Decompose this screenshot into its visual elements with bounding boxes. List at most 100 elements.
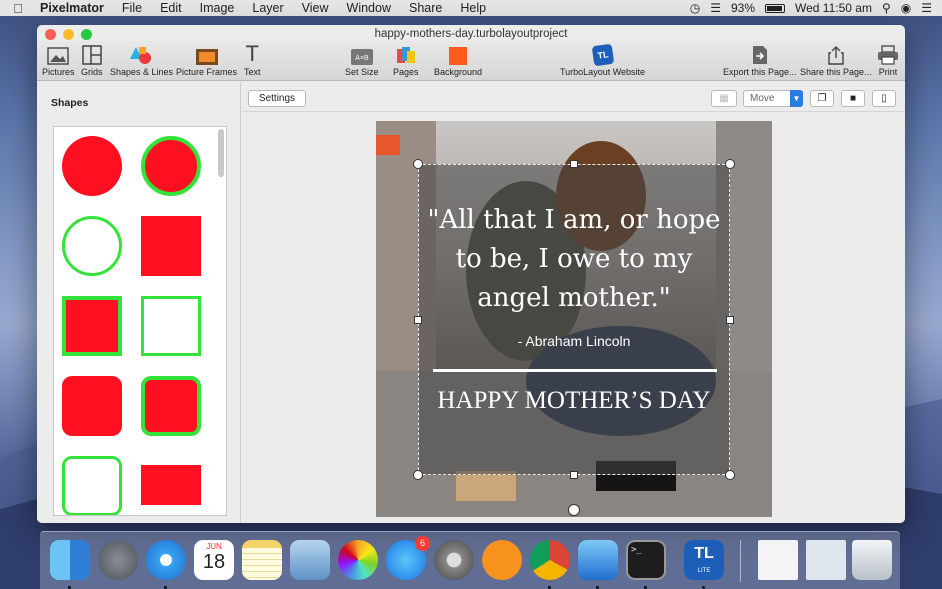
dock-terminal-icon[interactable]: >_ [626, 540, 666, 580]
shape-circle-filled-outlined[interactable] [141, 136, 201, 196]
resize-handle-bottom-left[interactable] [413, 470, 423, 480]
menu-layer[interactable]: Layer [243, 0, 292, 16]
lock-button[interactable]: ■ [841, 90, 865, 107]
shape-rounded-square-outline[interactable] [62, 456, 122, 515]
rotate-handle[interactable] [568, 504, 580, 516]
dock: JUN 18 6 >_ TL LITE [40, 531, 900, 589]
wifi-icon[interactable]: ☰ [710, 1, 721, 15]
menu-edit[interactable]: Edit [151, 0, 191, 16]
dock-document-stack-icon[interactable] [758, 540, 798, 580]
settings-button[interactable]: Settings [248, 90, 306, 107]
page-photo[interactable]: "All that I am, or hope to be, I owe to … [376, 121, 772, 517]
layers-icon: ❐ [817, 93, 827, 104]
export-page-button[interactable]: Export this Page... [723, 41, 797, 81]
time-machine-icon[interactable]: ◷ [690, 1, 700, 15]
menu-help[interactable]: Help [451, 0, 495, 16]
shape-square-filled-outlined[interactable] [62, 296, 122, 356]
dock-separator [740, 540, 741, 582]
shape-circle-outline[interactable] [62, 216, 122, 276]
set-size-label: Set Size [345, 67, 379, 77]
dock-system-preferences-icon[interactable] [434, 540, 474, 580]
delete-button[interactable]: ▯ [872, 90, 896, 107]
trash-icon: ▯ [881, 93, 887, 104]
quote-text[interactable]: "All that I am, or hope to be, I owe to … [419, 201, 729, 318]
text-frame[interactable]: "All that I am, or hope to be, I owe to … [418, 164, 730, 475]
print-button[interactable]: Print [877, 41, 899, 81]
dock-trash-icon[interactable] [852, 540, 892, 580]
resize-handle-left[interactable] [414, 316, 422, 324]
background-color-icon [449, 47, 468, 65]
quote-line-2: to be, I owe to my [455, 244, 693, 274]
chevron-down-icon: ▼ [790, 90, 803, 107]
resize-handle-bottom[interactable] [570, 471, 578, 479]
shapes-icon [129, 47, 151, 64]
shape-rounded-square-filled-outlined[interactable] [141, 376, 201, 436]
dock-appstore-icon[interactable]: 6 [386, 536, 430, 580]
dock-preview-icon[interactable] [290, 540, 330, 580]
move-select-value: Move [750, 93, 775, 104]
shapes-scrollbar[interactable] [218, 129, 224, 177]
shapes-list[interactable] [53, 126, 227, 516]
shape-rounded-square-filled[interactable] [62, 376, 122, 436]
dock-chrome-icon[interactable] [530, 540, 570, 580]
turbolayout-website-button[interactable]: TL TurboLayout Website [560, 41, 645, 81]
banner-text[interactable]: HAPPY MOTHER’S DAY [419, 387, 729, 415]
dock-photos-icon[interactable] [338, 540, 378, 580]
dock-ibooks-icon[interactable] [482, 540, 522, 580]
printer-icon [878, 45, 898, 65]
dock-turbolayout-lite-icon[interactable]: TL LITE [684, 540, 724, 580]
shape-square-filled[interactable] [141, 216, 201, 276]
close-window-button[interactable] [45, 29, 56, 40]
dock-calendar-icon[interactable]: JUN 18 [194, 540, 234, 580]
search-icon[interactable]: ⚲ [882, 1, 891, 15]
minimize-window-button[interactable] [63, 29, 74, 40]
notification-center-icon[interactable]: ☰ [921, 1, 932, 15]
resize-handle-top-right[interactable] [725, 159, 735, 169]
siri-icon[interactable]: ◉ [901, 1, 911, 15]
dock-safari-icon[interactable] [146, 540, 186, 580]
set-size-button[interactable]: A×B Set Size [345, 41, 379, 81]
zoom-window-button[interactable] [81, 29, 92, 40]
text-icon: T [245, 41, 259, 66]
move-select[interactable]: Move ▼ [743, 90, 803, 107]
menu-share[interactable]: Share [400, 0, 451, 16]
quote-author[interactable]: - Abraham Lincoln [419, 333, 729, 349]
background-button[interactable]: Background [434, 41, 482, 81]
dock-finder-icon[interactable] [50, 540, 90, 580]
resize-handle-bottom-right[interactable] [725, 470, 735, 480]
picture-frames-button[interactable]: Picture Frames [176, 41, 237, 81]
menu-clock[interactable]: Wed 11:50 am [795, 1, 872, 15]
quote-line-1: "All that I am, or hope [427, 205, 721, 235]
dock-xcode-icon[interactable] [578, 540, 618, 580]
arrange-button[interactable]: ❐ [810, 90, 834, 107]
battery-icon[interactable] [765, 3, 786, 13]
text-button[interactable]: T Text [244, 41, 261, 81]
shape-rectangle-filled[interactable] [141, 465, 201, 505]
transparency-button[interactable]: ▦ [711, 90, 737, 107]
apple-menu-icon[interactable]:  [0, 1, 36, 16]
dock-launchpad-icon[interactable] [98, 540, 138, 580]
shapes-lines-label: Shapes & Lines [110, 67, 174, 77]
resize-handle-top-left[interactable] [413, 159, 423, 169]
menu-image[interactable]: Image [191, 0, 244, 16]
resize-handle-top[interactable] [570, 160, 578, 168]
pictures-button[interactable]: Pictures [42, 41, 75, 81]
pictures-icon [47, 47, 69, 65]
shape-square-outline[interactable] [141, 296, 201, 356]
menu-file[interactable]: File [113, 0, 151, 16]
menu-window[interactable]: Window [338, 0, 400, 16]
menu-view[interactable]: View [293, 0, 338, 16]
checkerboard-icon: ▦ [719, 93, 729, 104]
grids-button[interactable]: Grids [81, 41, 103, 81]
share-page-button[interactable]: Share this Page... [800, 41, 872, 81]
background-label: Background [434, 67, 483, 77]
turbolayout-website-label: TurboLayout Website [560, 67, 646, 77]
svg-text:A×B: A×B [355, 55, 369, 62]
dock-screenshot-stack-icon[interactable] [806, 540, 846, 580]
shapes-lines-button[interactable]: Shapes & Lines [110, 41, 173, 81]
shape-circle-filled[interactable] [62, 136, 122, 196]
menu-app-name[interactable]: Pixelmator [36, 0, 113, 16]
dock-notes-icon[interactable] [242, 540, 282, 580]
resize-handle-right[interactable] [726, 316, 734, 324]
pages-button[interactable]: Pages [393, 41, 419, 81]
